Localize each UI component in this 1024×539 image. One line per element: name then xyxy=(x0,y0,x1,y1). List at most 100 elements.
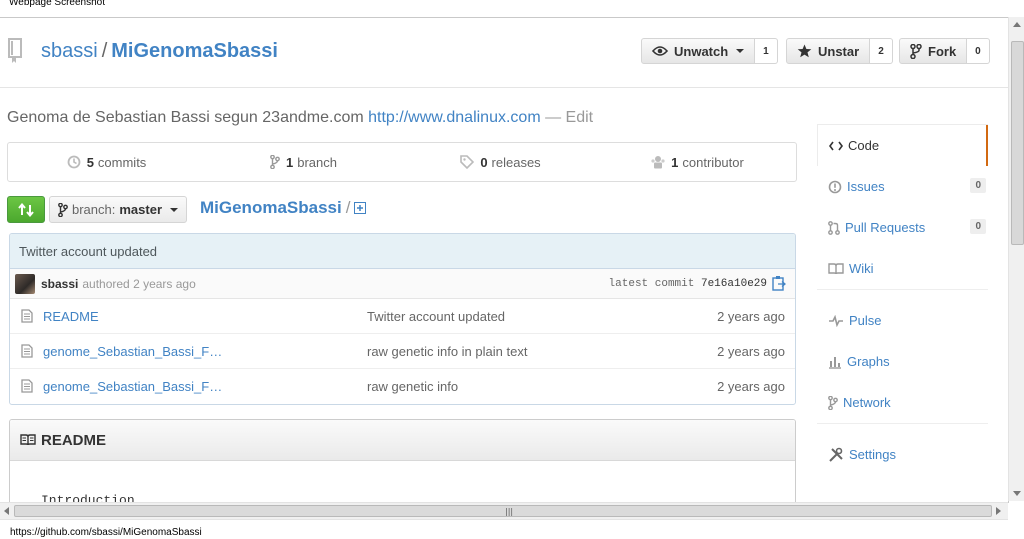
book-icon xyxy=(20,434,36,446)
organization-icon xyxy=(651,156,665,169)
window-caption: Webpage Screenshot xyxy=(9,0,105,8)
pull-requests-count-badge: 0 xyxy=(970,219,986,234)
file-text-icon xyxy=(21,309,33,323)
repo-sidebar-nav: Code Issues 0 Pull Requests 0 Wiki Pulse… xyxy=(817,118,988,475)
horizontal-scrollbar[interactable]: ||| xyxy=(0,502,1008,520)
branch-prefix: branch: xyxy=(72,202,116,217)
sidebar-item-settings[interactable]: Settings xyxy=(817,434,988,475)
unstar-button[interactable]: Unstar xyxy=(786,38,871,64)
tag-icon xyxy=(460,155,475,169)
avatar[interactable] xyxy=(15,273,35,294)
clipboard-icon[interactable] xyxy=(772,275,786,291)
scroll-up-arrow-icon[interactable] xyxy=(1013,22,1021,27)
latest-commit-meta: sbassi authored 2 years ago latest commi… xyxy=(10,269,795,299)
unstar-label: Unstar xyxy=(818,43,860,59)
repo-owner-link[interactable]: sbassi xyxy=(41,40,98,62)
book-icon xyxy=(828,262,844,274)
table-row: README Twitter account updated 2 years a… xyxy=(10,299,795,334)
chevron-down-icon xyxy=(736,49,745,53)
commit-sha-link[interactable]: 7e16a10e29 xyxy=(701,278,767,290)
horizontal-scroll-thumb[interactable]: ||| xyxy=(14,505,992,517)
browser-viewport: sbassi / MiGenomaSbassi Unwatch 1 Unstar 2 xyxy=(0,17,1009,503)
sidebar-item-network[interactable]: Network xyxy=(817,382,988,423)
branch-select-button[interactable]: branch: master xyxy=(49,196,188,223)
add-file-icon[interactable] xyxy=(354,201,367,214)
stargazers-count[interactable]: 2 xyxy=(870,38,893,64)
sidebar-item-wiki[interactable]: Wiki xyxy=(817,248,988,289)
file-age: 2 years ago xyxy=(717,343,785,359)
breadcrumb-repo-link[interactable]: MiGenomaSbassi xyxy=(200,198,342,217)
breadcrumb-slash: / xyxy=(345,198,351,217)
unwatch-label: Unwatch xyxy=(674,43,729,59)
fork-label: Fork xyxy=(928,43,957,59)
star-button-group: Unstar 2 xyxy=(786,38,893,64)
commit-author-link[interactable]: sbassi xyxy=(41,277,78,291)
watch-button-group: Unwatch 1 xyxy=(641,38,778,64)
edit-description-link[interactable]: — Edit xyxy=(545,109,593,126)
graph-icon xyxy=(829,356,841,369)
file-commit-message[interactable]: raw genetic info xyxy=(367,379,458,394)
table-row: genome_Sebastian_Bassi_F… raw genetic in… xyxy=(10,334,795,369)
summary-releases[interactable]: 0 releases xyxy=(402,143,599,181)
sidebar-item-label: Settings xyxy=(849,447,896,462)
sidebar-item-issues[interactable]: Issues 0 xyxy=(817,166,988,207)
commits-count: 5 xyxy=(86,154,94,170)
summary-contributors[interactable]: 1 contributor xyxy=(599,143,796,181)
unwatch-button[interactable]: Unwatch xyxy=(641,38,756,64)
pull-request-icon xyxy=(828,220,840,235)
scroll-left-arrow-icon[interactable] xyxy=(4,507,9,515)
latest-commit-info: latest commit 7e16a10e29 xyxy=(609,278,767,290)
branch-icon xyxy=(270,155,280,169)
fork-icon xyxy=(910,43,922,59)
latest-commit-message[interactable]: Twitter account updated xyxy=(10,234,795,269)
sidebar-item-label: Graphs xyxy=(847,354,890,369)
compare-icon xyxy=(18,202,34,217)
branch-name: master xyxy=(119,202,163,217)
file-name-link[interactable]: genome_Sebastian_Bassi_F… xyxy=(43,379,222,394)
fork-button[interactable]: Fork xyxy=(899,38,968,64)
eye-icon xyxy=(652,46,668,56)
branch-icon xyxy=(58,202,68,217)
releases-count: 0 xyxy=(480,154,488,170)
readme-panel: README Introduction xyxy=(9,419,796,503)
star-icon xyxy=(797,44,812,58)
forks-count[interactable]: 0 xyxy=(967,38,990,64)
sidebar-item-graphs[interactable]: Graphs xyxy=(817,341,988,382)
fork-button-group: Fork 0 xyxy=(899,38,990,64)
repo-description: Genoma de Sebastian Bassi segun 23andme.… xyxy=(7,109,593,127)
repo-name-link[interactable]: MiGenomaSbassi xyxy=(111,40,278,62)
file-commit-message[interactable]: Twitter account updated xyxy=(367,309,505,324)
summary-branches[interactable]: 1 branch xyxy=(205,143,402,181)
table-row: genome_Sebastian_Bassi_F… raw genetic in… xyxy=(10,369,795,403)
commits-label: commits xyxy=(97,154,147,170)
watchers-count[interactable]: 1 xyxy=(755,38,778,64)
vertical-scroll-thumb[interactable] xyxy=(1011,41,1024,245)
sidebar-divider xyxy=(817,423,988,434)
status-bar-url: https://github.com/sbassi/MiGenomaSbassi xyxy=(10,527,202,538)
readme-header: README xyxy=(10,420,795,461)
file-name-link[interactable]: README xyxy=(43,309,99,324)
file-commit-message[interactable]: raw genetic info in plain text xyxy=(367,344,527,359)
breadcrumb: MiGenomaSbassi / xyxy=(200,198,367,218)
tools-icon xyxy=(829,447,843,462)
repo-website-link[interactable]: http://www.dnalinux.com xyxy=(368,109,541,126)
vertical-scrollbar[interactable] xyxy=(1008,17,1024,501)
sidebar-divider xyxy=(817,289,988,300)
pulse-icon xyxy=(829,314,843,327)
repo-header: sbassi / MiGenomaSbassi Unwatch 1 Unstar 2 xyxy=(0,18,1008,88)
branches-count: 1 xyxy=(286,154,294,170)
file-name-link[interactable]: genome_Sebastian_Bassi_F… xyxy=(43,344,222,359)
summary-commits[interactable]: 5 commits xyxy=(8,143,205,181)
sidebar-item-label: Code xyxy=(848,138,880,153)
sidebar-item-pulse[interactable]: Pulse xyxy=(817,300,988,341)
releases-label: releases xyxy=(491,154,541,170)
file-text-icon xyxy=(21,379,33,393)
network-icon xyxy=(828,395,838,410)
compare-review-button[interactable] xyxy=(7,196,45,223)
sidebar-item-code[interactable]: Code xyxy=(818,125,988,166)
scroll-down-arrow-icon[interactable] xyxy=(1013,491,1021,496)
readme-content: Introduction xyxy=(41,493,135,503)
scroll-grip-icon: ||| xyxy=(505,507,514,516)
scroll-right-arrow-icon[interactable] xyxy=(996,507,1001,515)
sidebar-item-pull-requests[interactable]: Pull Requests 0 xyxy=(817,207,988,248)
